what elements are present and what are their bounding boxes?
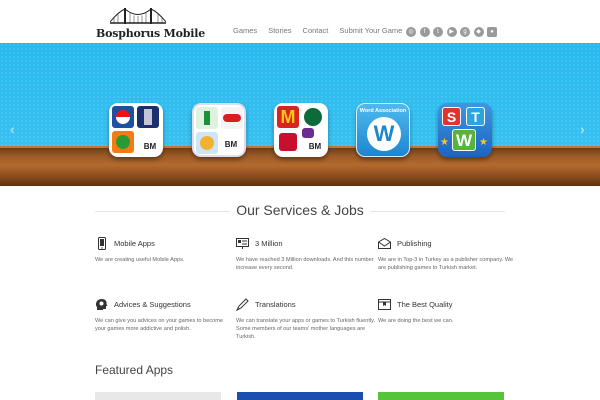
mobile-phone-icon [95,236,108,250]
logo[interactable]: Bosphorus Mobile [96,6,205,40]
nav-contact[interactable]: Contact [303,26,329,35]
brand-logo-quiz-mcdonalds-icon[interactable]: M BM [274,103,328,157]
service-text: We are doing the best we can. [378,318,454,324]
featured-card[interactable] [95,392,221,400]
app-letter: W [367,117,401,151]
facebook-icon[interactable]: f [419,27,430,37]
service-text: We have reached 3 Million downloads. And… [236,257,374,271]
service-text: We are in Top-3 in Turkey as a publisher… [378,257,514,271]
rss-icon[interactable]: ◎ [406,27,416,37]
service-title: Mobile Apps [114,238,155,248]
site-header: Bosphorus Mobile Games Stories Contact S… [0,0,600,43]
presentation-board-icon [236,237,249,250]
stw-icon[interactable]: S T W ★ ★ [438,103,492,157]
bm-badge: BM [139,139,161,155]
star-icon: ★ [440,137,449,148]
app-caption: Word Association [359,108,407,114]
slider-next-arrow[interactable]: › [580,121,585,137]
social-links: ◎ f t ▶ g ◆ ● [406,27,501,37]
service-title: Publishing [397,238,432,248]
bm-badge: BM [220,137,242,153]
google-plus-icon[interactable]: g [460,27,470,37]
featured-apps-title: Featured Apps [95,363,174,377]
service-best-quality: The Best Quality We are doing the best w… [378,297,518,325]
service-text: We can translate your apps or games to T… [236,318,376,340]
bookmark-folder-icon [378,298,391,311]
star-icon: ★ [479,137,488,148]
service-title: 3 Million [255,238,283,248]
brand-logo-quiz-nutella-icon[interactable]: BM [192,103,246,157]
nav-games[interactable]: Games [233,26,257,35]
letter-tile: T [466,107,485,126]
featured-card[interactable] [237,392,363,400]
hero-slider: ‹ › BM BM M BM Word Association W S T W … [0,43,600,186]
youtube-icon[interactable]: ▶ [446,27,457,37]
service-publishing: Publishing We are in Top-3 in Turkey as … [378,236,518,272]
word-association-icon[interactable]: Word Association W [356,103,410,157]
service-title: Translations [255,299,296,309]
bm-badge: BM [304,139,326,155]
service-title: The Best Quality [397,299,453,309]
bridge-logo-icon [110,8,166,24]
divider [370,211,505,212]
nav-stories[interactable]: Stories [268,26,291,35]
pen-icon [236,297,249,311]
head-gears-icon [95,298,108,311]
service-mobile-apps: Mobile Apps We are creating useful Mobil… [95,236,235,264]
service-translations: Translations We can translate your apps … [236,297,376,341]
brand-name: Bosphorus Mobile [96,27,206,40]
featured-card[interactable] [378,392,504,400]
service-3-million: 3 Million We have reached 3 Million down… [236,236,376,272]
apple-icon[interactable]: ● [487,27,497,37]
main-nav: Games Stories Contact Submit Your Game [233,26,413,35]
service-text: We can give you advices on your games to… [95,318,224,332]
twitter-icon[interactable]: t [433,27,443,37]
services-title: Our Services & Jobs [236,202,364,218]
slider-prev-arrow[interactable]: ‹ [10,121,15,137]
service-title: Advices & Suggestions [114,299,191,309]
letter-tile: W [452,129,476,151]
letter-tile: S [442,107,461,126]
service-text: We are creating useful Mobile Apps. [95,257,185,263]
envelope-icon [378,237,391,250]
android-icon[interactable]: ◆ [473,27,484,37]
nav-submit-your-game[interactable]: Submit Your Game [339,26,402,35]
service-advices: Advices & Suggestions We can give you ad… [95,297,235,333]
brand-logo-quiz-pepsi-icon[interactable]: BM [109,103,163,157]
